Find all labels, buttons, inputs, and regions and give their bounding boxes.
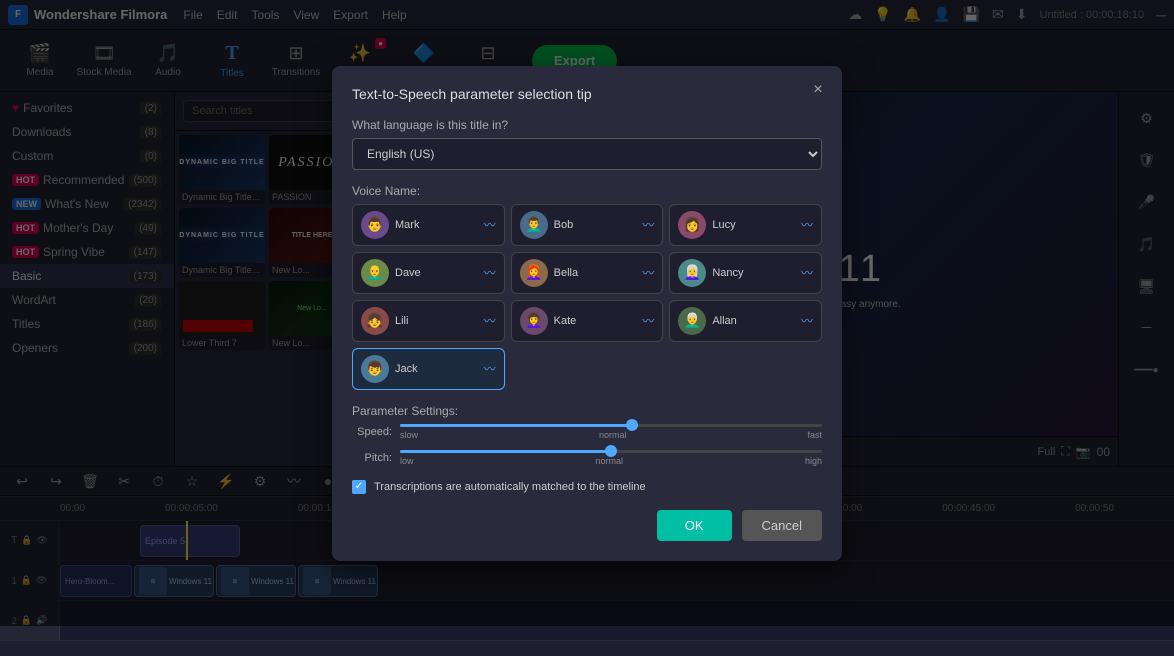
parameter-section: Parameter Settings: Speed: slow normal f…	[352, 404, 822, 466]
checkbox-check-icon: ✓	[355, 481, 363, 492]
voice-wave-lucy[interactable]: 〰	[801, 216, 813, 233]
voice-card-bella[interactable]: 👩‍🦰 Bella 〰	[511, 252, 664, 294]
speed-max-label: fast	[807, 430, 822, 440]
checkbox-row: ✓ Transcriptions are automatically match…	[352, 480, 822, 494]
voice-grid: 👨 Mark 〰 👨‍🦱 Bob 〰 👩 Lucy 〰	[352, 204, 822, 390]
voice-name-bella: Bella	[554, 267, 637, 279]
voice-name-lucy: Lucy	[712, 219, 795, 231]
speed-fill	[400, 424, 632, 427]
voice-card-allan[interactable]: 👨‍🦳 Allan 〰	[669, 300, 822, 342]
pitch-normal-label: normal	[595, 456, 623, 466]
tts-modal: Text-to-Speech parameter selection tip ×…	[332, 66, 842, 561]
pitch-fill	[400, 450, 611, 453]
cancel-button[interactable]: Cancel	[742, 510, 822, 541]
voice-wave-jack[interactable]: 〰	[484, 360, 496, 377]
voice-avatar-lucy: 👩	[678, 211, 706, 239]
ok-button[interactable]: OK	[657, 510, 732, 541]
language-section: What language is this title in? English …	[352, 118, 822, 170]
modal-overlay: Text-to-Speech parameter selection tip ×…	[0, 0, 1174, 626]
voice-wave-dave[interactable]: 〰	[484, 264, 496, 281]
voice-wave-lili[interactable]: 〰	[484, 312, 496, 329]
transcription-checkbox[interactable]: ✓	[352, 480, 366, 494]
pitch-max-label: high	[805, 456, 822, 466]
modal-buttons: OK Cancel	[352, 510, 822, 541]
speed-labels: slow normal fast	[400, 430, 822, 440]
pitch-thumb[interactable]	[605, 445, 617, 457]
pitch-row: Pitch: low normal high	[352, 450, 822, 466]
pitch-slider-wrap: low normal high	[400, 450, 822, 466]
pitch-min-label: low	[400, 456, 414, 466]
voice-wave-bob[interactable]: 〰	[642, 216, 654, 233]
voice-avatar-bella: 👩‍🦰	[520, 259, 548, 287]
pitch-labels: low normal high	[400, 456, 822, 466]
voice-wave-allan[interactable]: 〰	[801, 312, 813, 329]
voice-name-label: Voice Name:	[352, 184, 822, 198]
speed-label: Speed:	[352, 426, 392, 438]
language-select[interactable]: English (US) English (UK) Spanish French…	[352, 138, 822, 170]
voice-avatar-nancy: 👩‍🦳	[678, 259, 706, 287]
speed-normal-label: normal	[599, 430, 627, 440]
voice-card-jack[interactable]: 👦 Jack 〰	[352, 348, 505, 390]
pitch-label: Pitch:	[352, 452, 392, 464]
voice-avatar-kate: 👩‍🦱	[520, 307, 548, 335]
voice-card-lili[interactable]: 👧 Lili 〰	[352, 300, 505, 342]
voice-name-jack: Jack	[395, 363, 478, 375]
voice-avatar-mark: 👨	[361, 211, 389, 239]
speed-min-label: slow	[400, 430, 418, 440]
voice-name-kate: Kate	[554, 315, 637, 327]
speed-row: Speed: slow normal fast	[352, 424, 822, 440]
voice-name-bob: Bob	[554, 219, 637, 231]
voice-avatar-bob: 👨‍🦱	[520, 211, 548, 239]
voice-name-nancy: Nancy	[712, 267, 795, 279]
voice-section: Voice Name: 👨 Mark 〰 👨‍🦱 Bob 〰 👩 Lucy	[352, 184, 822, 390]
language-select-wrap: English (US) English (UK) Spanish French…	[352, 138, 822, 170]
voice-wave-nancy[interactable]: 〰	[801, 264, 813, 281]
voice-wave-bella[interactable]: 〰	[642, 264, 654, 281]
speed-slider-wrap: slow normal fast	[400, 424, 822, 440]
voice-card-mark[interactable]: 👨 Mark 〰	[352, 204, 505, 246]
voice-name-dave: Dave	[395, 267, 478, 279]
language-label: What language is this title in?	[352, 118, 822, 132]
voice-card-nancy[interactable]: 👩‍🦳 Nancy 〰	[669, 252, 822, 294]
voice-card-kate[interactable]: 👩‍🦱 Kate 〰	[511, 300, 664, 342]
voice-card-lucy[interactable]: 👩 Lucy 〰	[669, 204, 822, 246]
voice-name-mark: Mark	[395, 219, 478, 231]
pitch-track	[400, 450, 822, 453]
modal-title: Text-to-Speech parameter selection tip	[352, 86, 822, 102]
voice-avatar-allan: 👨‍🦳	[678, 307, 706, 335]
voice-name-lili: Lili	[395, 315, 478, 327]
parameter-label: Parameter Settings:	[352, 404, 822, 418]
voice-avatar-lili: 👧	[361, 307, 389, 335]
voice-wave-kate[interactable]: 〰	[642, 312, 654, 329]
voice-avatar-dave: 👨‍🦲	[361, 259, 389, 287]
voice-card-bob[interactable]: 👨‍🦱 Bob 〰	[511, 204, 664, 246]
voice-wave-mark[interactable]: 〰	[484, 216, 496, 233]
speed-thumb[interactable]	[626, 419, 638, 431]
voice-card-dave[interactable]: 👨‍🦲 Dave 〰	[352, 252, 505, 294]
voice-name-allan: Allan	[712, 315, 795, 327]
voice-avatar-jack: 👦	[361, 355, 389, 383]
checkbox-label: Transcriptions are automatically matched…	[374, 481, 646, 493]
speed-track	[400, 424, 822, 427]
modal-close-button[interactable]: ×	[806, 78, 830, 102]
